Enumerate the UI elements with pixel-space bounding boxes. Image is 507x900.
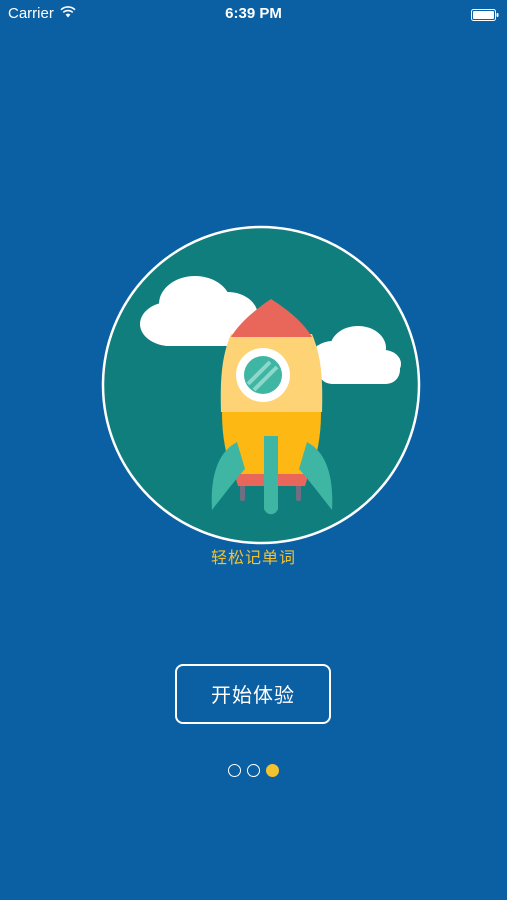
status-bar: Carrier 6:39 PM xyxy=(0,0,507,28)
page-dot-1[interactable] xyxy=(228,764,241,777)
page-dot-3-active[interactable] xyxy=(266,764,279,777)
battery-icon xyxy=(471,8,499,21)
page-dot-2[interactable] xyxy=(247,764,260,777)
status-time: 6:39 PM xyxy=(225,5,282,22)
start-experience-button[interactable]: 开始体验 xyxy=(175,664,331,724)
app-slogan: 轻松记单词 xyxy=(210,550,296,567)
onboarding-illustration xyxy=(100,224,422,546)
page-indicator[interactable] xyxy=(0,764,507,777)
